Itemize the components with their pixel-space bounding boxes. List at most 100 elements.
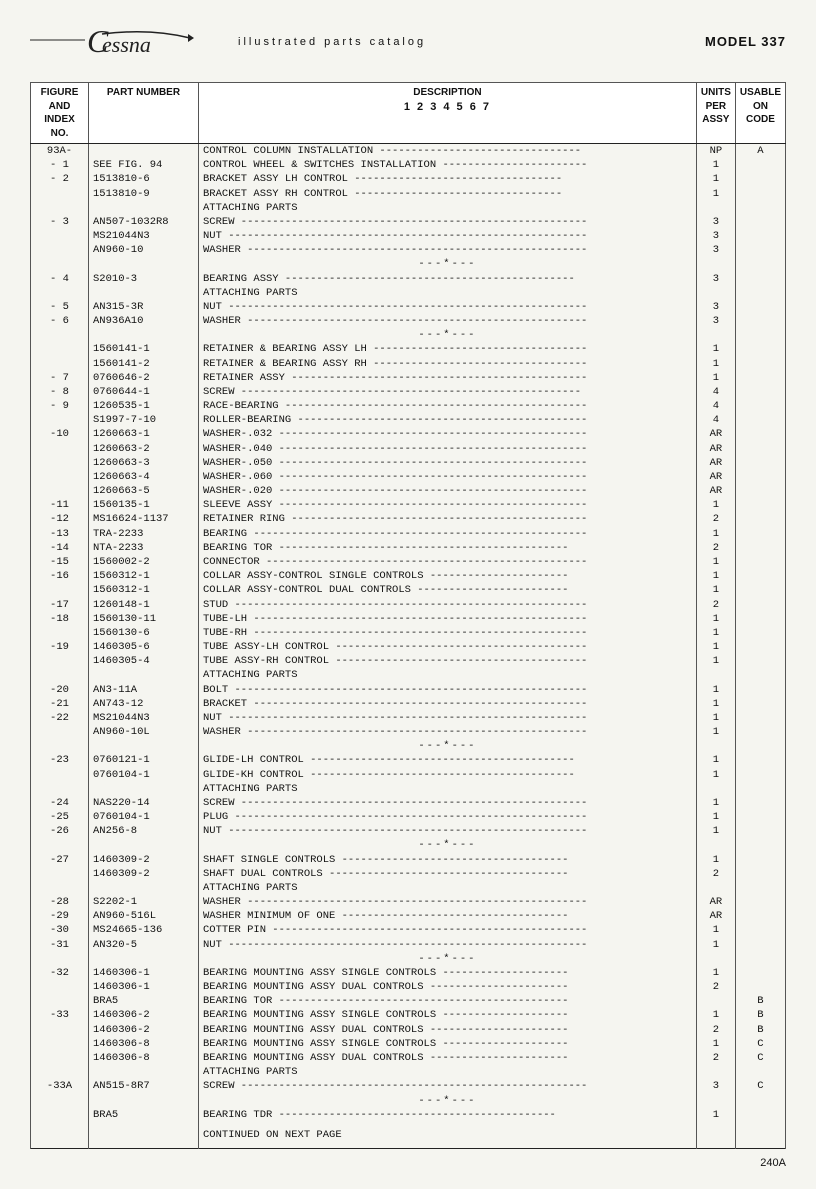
description-cell: WASHER-.050 ----------------------------… (199, 456, 697, 470)
part-number-cell: 1260663-5 (89, 484, 199, 498)
usable-code-cell (735, 583, 785, 597)
table-row: -20AN3-11ABOLT -------------------------… (31, 683, 786, 697)
usable-code-cell: C (735, 1037, 785, 1051)
units-cell: AR (696, 456, 735, 470)
part-number-cell: 1560135-1 (89, 498, 199, 512)
part-number-cell: 1560130-11 (89, 612, 199, 626)
description-cell: WASHER-.032 ----------------------------… (199, 427, 697, 441)
table-row: -191460305-6TUBE ASSY-LH CONTROL -------… (31, 640, 786, 654)
figure-cell (31, 1023, 89, 1037)
usable-code-cell: C (735, 1079, 785, 1093)
description-cell: TUBE-LH --------------------------------… (199, 612, 697, 626)
usable-code-cell (735, 838, 785, 852)
usable-code-cell (735, 357, 785, 371)
description-cell: WASHER-.040 ----------------------------… (199, 442, 697, 456)
part-number-cell (89, 144, 199, 159)
usable-code-cell (735, 527, 785, 541)
page-footer: 240A (30, 1157, 786, 1169)
usable-code-cell: B (735, 1008, 785, 1022)
part-number-cell: 1560141-1 (89, 342, 199, 356)
table-row: -14NTA-2233BEARING TOR -----------------… (31, 541, 786, 555)
part-number-cell: 1513810-9 (89, 187, 199, 201)
units-cell: 1 (696, 626, 735, 640)
usable-code-cell (735, 881, 785, 895)
description-cell: BEARING MOUNTING ASSY DUAL CONTROLS ----… (199, 980, 697, 994)
part-number-cell: 1260663-4 (89, 470, 199, 484)
table-row: -28S2202-1WASHER -----------------------… (31, 895, 786, 909)
part-number-cell: 1460306-1 (89, 966, 199, 980)
description-cell: BEARING MOUNTING ASSY SINGLE CONTROLS --… (199, 1037, 697, 1051)
description-cell: SHAFT SINGLE CONTROLS ------------------… (199, 853, 697, 867)
usable-code-cell (735, 541, 785, 555)
part-number-cell: 1260663-2 (89, 442, 199, 456)
usable-code-cell: A (735, 144, 785, 159)
table-row: 93A-CONTROL COLUMN INSTALLATION --------… (31, 144, 786, 159)
table-row: -26AN256-8NUT --------------------------… (31, 824, 786, 838)
description-cell: WASHER ---------------------------------… (199, 314, 697, 328)
units-cell: 1 (696, 1108, 735, 1122)
units-cell: 2 (696, 1023, 735, 1037)
table-row: 1560141-2RETAINER & BEARING ASSY RH ----… (31, 357, 786, 371)
description-cell: SCREW ----------------------------------… (199, 796, 697, 810)
units-cell: 1 (696, 810, 735, 824)
table-row: 1460305-4TUBE ASSY-RH CONTROL ----------… (31, 654, 786, 668)
figure-cell (31, 229, 89, 243)
description-cell: BRACKET ASSY RH CONTROL ----------------… (199, 187, 697, 201)
usable-code-cell (735, 966, 785, 980)
table-row: 1560130-6TUBE-RH -----------------------… (31, 626, 786, 640)
figure-cell (31, 1122, 89, 1149)
description-cell: ---*--- (199, 328, 697, 342)
units-cell: 1 (696, 371, 735, 385)
description-cell: STUD -----------------------------------… (199, 598, 697, 612)
table-row: -12MS16624-1137RETAINER RING -----------… (31, 512, 786, 526)
table-row: BRA5BEARING TOR ------------------------… (31, 994, 786, 1008)
col-header-desc: DESCRIPTION 1 2 3 4 5 6 7 (199, 83, 697, 144)
description-cell: SLEEVE ASSY ----------------------------… (199, 498, 697, 512)
table-row: ATTACHING PARTS (31, 201, 786, 215)
units-cell: 1 (696, 640, 735, 654)
part-number-cell: SEE FIG. 94 (89, 158, 199, 172)
usable-code-cell (735, 187, 785, 201)
units-cell: 4 (696, 413, 735, 427)
part-number-cell: S1997-7-10 (89, 413, 199, 427)
description-cell: CONTROL WHEEL & SWITCHES INSTALLATION --… (199, 158, 697, 172)
logo-decoration: C essna (30, 20, 230, 64)
col-header-units: UNITSPERASSY (696, 83, 735, 144)
description-cell: BEARING MOUNTING ASSY SINGLE CONTROLS --… (199, 966, 697, 980)
parts-table: FIGUREANDINDEXNO. PART NUMBER DESCRIPTIO… (30, 82, 786, 1149)
figure-cell: -33 (31, 1008, 89, 1022)
part-number-cell: AN256-8 (89, 824, 199, 838)
figure-cell: -10 (31, 427, 89, 441)
units-cell: 1 (696, 569, 735, 583)
usable-code-cell (735, 314, 785, 328)
table-row: ---*--- (31, 328, 786, 342)
part-number-cell: 0760644-1 (89, 385, 199, 399)
figure-cell (31, 257, 89, 271)
description-cell: BRACKET ASSY LH CONTROL ----------------… (199, 172, 697, 186)
figure-cell (31, 470, 89, 484)
figure-cell (31, 739, 89, 753)
units-cell: 4 (696, 399, 735, 413)
usable-code-cell (735, 512, 785, 526)
figure-cell: - 5 (31, 300, 89, 314)
units-cell: 1 (696, 824, 735, 838)
units-cell: 2 (696, 598, 735, 612)
usable-code-cell (735, 229, 785, 243)
usable-code-cell (735, 768, 785, 782)
description-cell: ---*--- (199, 257, 697, 271)
units-cell: 2 (696, 541, 735, 555)
usable-code-cell (735, 442, 785, 456)
description-cell: SCREW ----------------------------------… (199, 215, 697, 229)
table-row: - 91260535-1RACE-BEARING ---------------… (31, 399, 786, 413)
figure-cell: -15 (31, 555, 89, 569)
table-row: - 4S2010-3 BEARING ASSY ----------------… (31, 272, 786, 286)
part-number-cell: AN315-3R (89, 300, 199, 314)
usable-code-cell: B (735, 994, 785, 1008)
part-number-cell: AN936A10 (89, 314, 199, 328)
table-row: 1260663-2WASHER-.040 -------------------… (31, 442, 786, 456)
usable-code-cell (735, 201, 785, 215)
figure-cell (31, 668, 89, 682)
figure-cell: -11 (31, 498, 89, 512)
usable-code-cell (735, 697, 785, 711)
usable-code-cell (735, 172, 785, 186)
